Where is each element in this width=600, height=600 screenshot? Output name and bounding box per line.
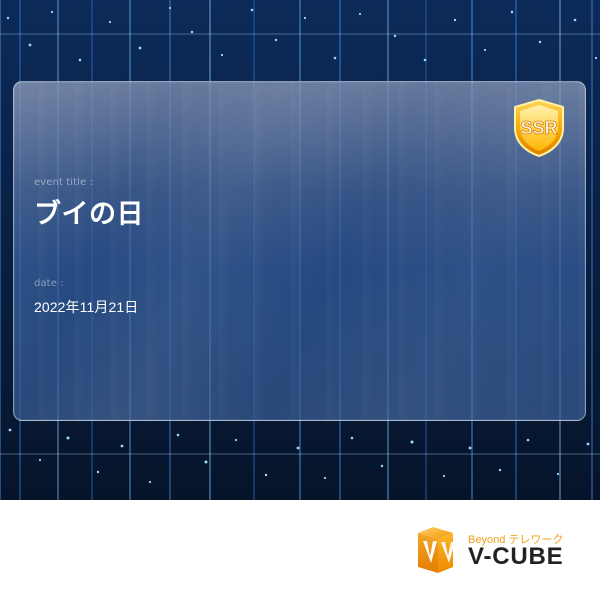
brand-name: V-CUBE: [468, 543, 564, 570]
event-title: ブイの日: [34, 199, 144, 230]
glass-overlay: [14, 82, 585, 420]
event-card: SSR event title : ブイの日 date : 2022年11月21…: [13, 81, 586, 421]
ssr-badge-text: SSR: [520, 118, 557, 138]
vcube-logo-icon: [418, 527, 455, 573]
vcube-brand: Beyond テレワーク V-CUBE: [410, 525, 580, 577]
event-date: 2022年11月21日: [34, 299, 139, 315]
page: SSR event title : ブイの日 date : 2022年11月21…: [0, 0, 600, 600]
date-label: date :: [34, 278, 64, 289]
ssr-badge: SSR: [514, 98, 564, 158]
event-title-label: event title :: [34, 177, 94, 188]
